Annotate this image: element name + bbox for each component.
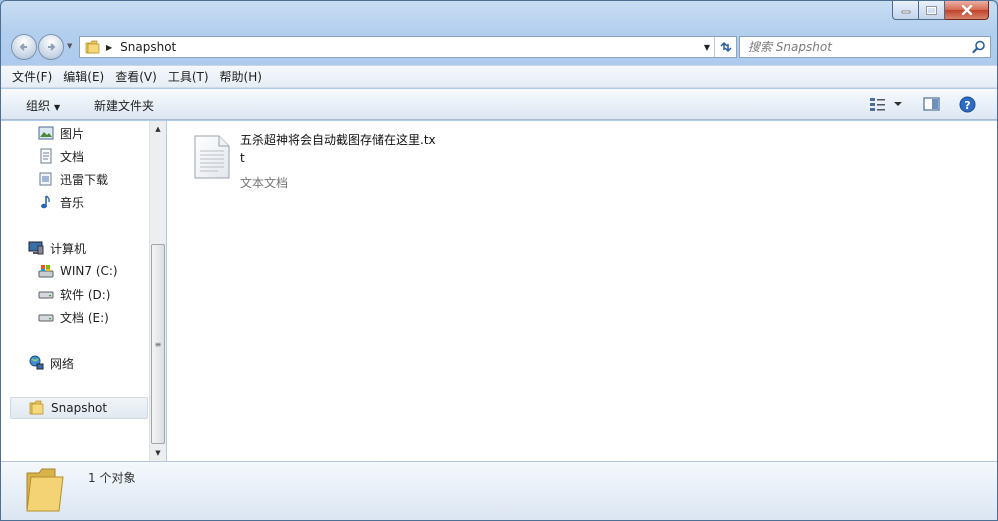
address-dropdown-icon[interactable]: ▼	[700, 37, 714, 57]
explorer-window: ▼ ▶ Snapshot ▼ 文件(F) 编辑(E) 查看(V) 工具(T)	[0, 0, 998, 521]
back-arrow-icon	[19, 43, 27, 51]
nav-item-drive-d[interactable]: 软件 (D:)	[38, 284, 110, 304]
folder-icon	[85, 40, 100, 54]
maximize-icon	[926, 5, 937, 15]
svg-text:?: ?	[964, 99, 970, 112]
close-icon	[961, 5, 972, 15]
scroll-thumb[interactable]: ≡	[151, 244, 165, 444]
help-button[interactable]: ?	[959, 96, 976, 116]
refresh-icon	[719, 41, 732, 53]
nav-item-documents[interactable]: 文档	[38, 146, 84, 166]
documents-icon	[38, 148, 54, 164]
file-type: 文本文档	[240, 176, 289, 190]
back-button[interactable]	[11, 34, 37, 60]
close-button[interactable]	[945, 1, 989, 20]
chevron-down-icon: ▼	[54, 103, 61, 112]
address-row: ▼ ▶ Snapshot ▼	[9, 32, 991, 61]
file-name: 五杀超神将会自动截图存储在这里.txt	[240, 133, 436, 165]
refresh-button[interactable]	[714, 37, 736, 57]
nav-item-label: 软件 (D:)	[60, 287, 111, 302]
nav-item-pictures[interactable]: 图片	[38, 123, 84, 143]
address-bar[interactable]: ▶ Snapshot ▼	[79, 36, 737, 58]
folder-icon	[26, 468, 64, 512]
nav-item-label: 迅雷下载	[60, 172, 109, 187]
preview-pane-button[interactable]	[923, 96, 941, 115]
change-view-button[interactable]	[869, 96, 905, 115]
nav-item-label: 文档 (E:)	[60, 310, 109, 325]
nav-item-label: 文档	[60, 149, 85, 164]
menu-help[interactable]: 帮助(H)	[220, 68, 262, 85]
forward-arrow-icon	[48, 43, 56, 51]
nav-item-label: Snapshot	[51, 401, 108, 415]
nav-item-drive-e[interactable]: 文档 (E:)	[38, 307, 109, 327]
details-pane: 1 个对象	[1, 461, 997, 520]
organize-button[interactable]: 组织 ▼	[26, 97, 60, 114]
drive-icon	[38, 286, 54, 302]
help-icon: ?	[959, 96, 976, 113]
drive-icon	[38, 309, 54, 325]
nav-item-snapshot[interactable]: Snapshot	[10, 397, 148, 419]
view-details-icon	[870, 98, 902, 111]
nav-item-label: 音乐	[60, 195, 85, 210]
menu-bar: 文件(F) 编辑(E) 查看(V) 工具(T) 帮助(H)	[1, 65, 997, 88]
network-icon	[28, 355, 44, 371]
minimize-button[interactable]	[892, 1, 919, 20]
scroll-up-arrow-icon[interactable]: ▲	[150, 121, 166, 137]
command-bar: 组织 ▼ 新建文件夹 ?	[1, 89, 997, 120]
navigation-scrollbar[interactable]: ▲ ≡ ▼	[149, 121, 166, 461]
computer-icon	[28, 240, 44, 256]
item-count: 1 个对象	[88, 471, 136, 485]
search-box[interactable]	[739, 36, 991, 58]
caption-buttons	[892, 1, 989, 21]
forward-button[interactable]	[38, 34, 64, 60]
music-icon	[38, 194, 54, 210]
new-folder-button[interactable]: 新建文件夹	[94, 97, 154, 114]
nav-item-computer[interactable]: 计算机	[28, 238, 86, 258]
nav-item-network[interactable]: 网络	[28, 353, 74, 373]
text-file-icon	[194, 135, 230, 179]
search-input[interactable]	[748, 40, 968, 54]
nav-item-label: 网络	[50, 356, 75, 371]
breadcrumb-arrow-icon[interactable]: ▶	[106, 43, 112, 52]
nav-item-label: WIN7 (C:)	[60, 264, 118, 278]
minimize-icon	[901, 10, 910, 14]
folder-icon	[29, 400, 45, 416]
nav-item-xunlei-downloads[interactable]: 迅雷下载	[38, 169, 108, 189]
file-list-pane: 五杀超神将会自动截图存储在这里.txt 文本文档	[167, 121, 997, 461]
menu-file[interactable]: 文件(F)	[12, 68, 52, 85]
pictures-icon	[38, 125, 54, 141]
maximize-button[interactable]	[919, 1, 945, 20]
preview-pane-icon	[923, 97, 940, 111]
navigation-pane: 图片 文档 迅雷下载 音乐 计算机 WIN7 (C:) 软件 (D:) 文档 (…	[1, 121, 166, 461]
recent-pages-dropdown[interactable]: ▼	[67, 42, 72, 50]
organize-label: 组织	[26, 99, 51, 113]
nav-item-label: 计算机	[50, 241, 87, 256]
menu-tools[interactable]: 工具(T)	[168, 68, 209, 85]
nav-item-music[interactable]: 音乐	[38, 192, 84, 212]
breadcrumb-snapshot[interactable]: Snapshot	[120, 40, 176, 54]
menu-view[interactable]: 查看(V)	[115, 68, 157, 85]
download-folder-icon	[38, 171, 54, 187]
scroll-down-arrow-icon[interactable]: ▼	[150, 445, 166, 461]
search-icon[interactable]	[972, 40, 986, 54]
file-item[interactable]: 五杀超神将会自动截图存储在这里.txt 文本文档	[191, 131, 471, 190]
nav-item-label: 图片	[60, 126, 85, 141]
system-drive-icon	[38, 263, 54, 279]
menu-edit[interactable]: 编辑(E)	[63, 68, 104, 85]
nav-item-drive-c[interactable]: WIN7 (C:)	[38, 261, 118, 281]
